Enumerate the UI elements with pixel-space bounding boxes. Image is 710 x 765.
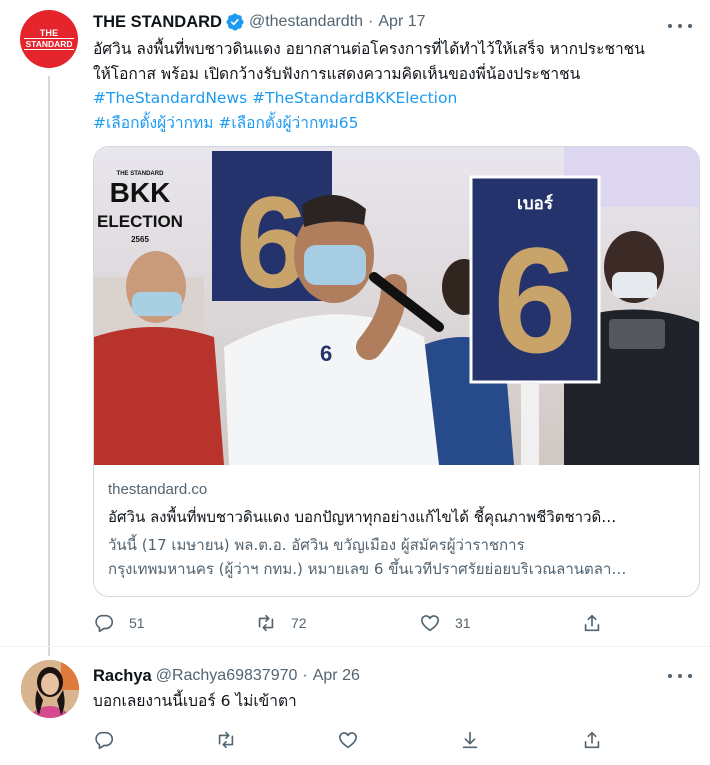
tweet-date[interactable]: Apr 17 <box>378 13 425 31</box>
reply-icon <box>95 731 114 750</box>
reply-button[interactable]: 51 <box>93 612 145 634</box>
author-name[interactable]: Rachya <box>93 667 152 686</box>
retweet-icon <box>258 614 274 632</box>
like-button[interactable] <box>337 729 359 751</box>
hashtag-link[interactable]: #TheStandardNews <box>93 89 247 107</box>
retweet-icon <box>218 731 234 749</box>
svg-text:6: 6 <box>320 341 332 366</box>
card-description-line: วันนี้ (17 เมษายน) พล.ต.อ. อัศวิน ขวัญเม… <box>108 536 525 554</box>
heart-icon <box>338 732 358 749</box>
hashtag-link[interactable]: #เลือกตั้งผู้ว่ากทม <box>93 114 213 132</box>
heart-icon <box>420 615 440 632</box>
retweet-button[interactable]: 72 <box>255 612 307 634</box>
thread-line <box>48 76 50 656</box>
svg-text:BKK: BKK <box>110 177 171 208</box>
verified-badge-icon <box>226 13 244 31</box>
svg-text:เบอร์: เบอร์ <box>517 193 554 214</box>
card-title: อัศวิน ลงพื้นที่พบชาวดินแดง บอกปัญหาทุกอ… <box>108 508 617 526</box>
author-handle[interactable]: @thestandardth <box>249 13 363 31</box>
card-domain: thestandard.co <box>108 481 208 498</box>
link-card[interactable]: 6 เบอร์ 6 6 THE STANDARD BKK ELECTION 25… <box>93 146 700 597</box>
author-handle[interactable]: @Rachya69837970 <box>156 667 298 685</box>
download-icon <box>462 731 478 749</box>
share-button[interactable] <box>581 729 603 751</box>
card-description-line: กรุงเทพมหานคร (ผู้ว่าฯ กทม.) หมายเลข 6 ข… <box>108 560 627 578</box>
share-icon <box>584 614 600 632</box>
thestandard-avatar[interactable]: THE STANDARD <box>20 10 78 68</box>
svg-text:2565: 2565 <box>131 235 149 244</box>
retweet-button[interactable] <box>215 729 237 751</box>
svg-text:6: 6 <box>493 216 576 384</box>
tweet-header: Rachya @Rachya69837970 · Apr 26 <box>93 666 360 686</box>
like-button[interactable]: 31 <box>419 612 471 634</box>
tweet-text: อัศวิน ลงพื้นที่พบชาวดินแดง อยากสานต่อโค… <box>93 40 645 132</box>
retweet-count: 72 <box>291 615 307 631</box>
hashtag-link[interactable]: #เลือกตั้งผู้ว่ากทม65 <box>218 114 358 132</box>
reply-button[interactable] <box>93 729 115 751</box>
download-button[interactable] <box>459 729 481 751</box>
card-image: 6 เบอร์ 6 6 THE STANDARD BKK ELECTION 25… <box>94 147 699 465</box>
share-icon <box>584 731 600 749</box>
hashtag-link[interactable]: #TheStandardBKKElection <box>252 89 457 107</box>
tweet-header: THE STANDARD @thestandardth · Apr 17 <box>93 12 426 32</box>
more-options-icon[interactable] <box>668 666 692 686</box>
tweet-divider <box>0 646 710 647</box>
tweet-date[interactable]: Apr 26 <box>313 667 360 685</box>
more-options-icon[interactable] <box>668 16 692 36</box>
svg-text:ELECTION: ELECTION <box>97 212 183 231</box>
share-button[interactable] <box>581 612 603 634</box>
like-count: 31 <box>455 615 471 631</box>
tweet-thestandard[interactable]: THE STANDARD THE STANDARD @thestandardth… <box>0 0 710 656</box>
reply-count: 51 <box>129 615 145 631</box>
tweet-text: บอกเลยงานนี้เบอร์ 6 ไม่เข้าตา <box>93 692 297 710</box>
reply-icon <box>95 614 114 633</box>
rachya-avatar[interactable] <box>21 660 79 718</box>
author-name[interactable]: THE STANDARD <box>93 13 222 32</box>
